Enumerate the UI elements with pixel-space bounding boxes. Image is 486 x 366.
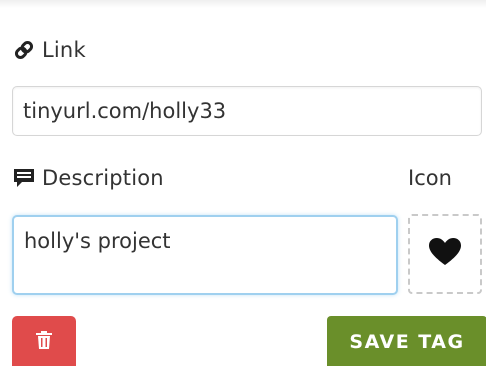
description-input-value: holly's project [24,229,171,253]
link-label-text: Link [42,38,86,62]
link-input-value: tinyurl.com/holly33 [23,99,227,123]
save-tag-button[interactable]: SAVE TAG [327,316,486,366]
heart-icon [428,237,462,271]
description-input[interactable]: holly's project [12,215,398,295]
trash-icon [35,330,53,354]
link-icon [12,38,36,62]
description-label-text: Description [42,166,164,190]
icon-label: Icon [408,166,452,190]
delete-button[interactable] [12,316,76,366]
link-input[interactable]: tinyurl.com/holly33 [12,86,482,136]
top-divider [0,0,486,8]
tag-editor: Link tinyurl.com/holly33 Description Ico… [0,0,486,366]
icon-picker[interactable] [408,214,482,294]
link-label: Link [12,38,86,62]
description-label: Description [12,166,164,190]
comment-icon [12,167,36,189]
